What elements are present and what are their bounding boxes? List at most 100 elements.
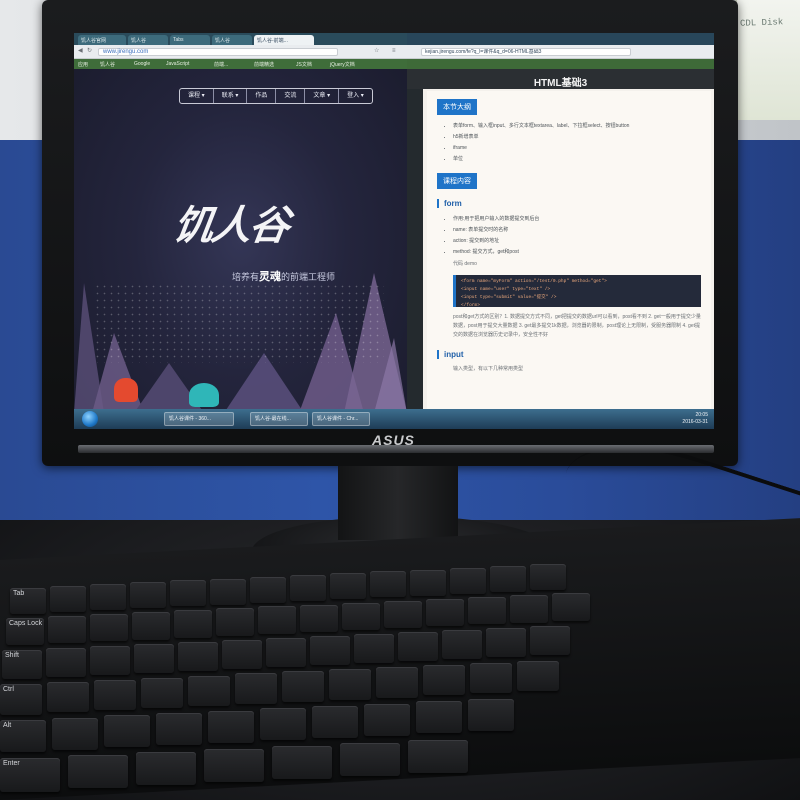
bookmark-item[interactable]: 饥人谷 — [100, 61, 115, 68]
taskbar-item[interactable]: 饥人谷课件 - Chr... — [312, 412, 370, 426]
keyboard-key[interactable] — [340, 742, 400, 777]
keyboard-key[interactable] — [442, 630, 482, 660]
menu-icon[interactable]: ≡ — [392, 48, 398, 54]
keyboard-key[interactable] — [204, 748, 264, 783]
keyboard-key[interactable] — [552, 593, 590, 621]
keyboard-key[interactable] — [450, 567, 486, 594]
bookmark-item[interactable]: 应用 — [78, 61, 88, 68]
keyboard-key[interactable] — [517, 660, 559, 692]
keyboard-key[interactable] — [132, 612, 170, 640]
keyboard-key[interactable] — [250, 576, 286, 603]
nav-works[interactable]: 作品 — [247, 89, 277, 103]
keyboard-key[interactable] — [486, 628, 526, 658]
keyboard-key[interactable] — [300, 604, 338, 632]
keyboard-key[interactable] — [170, 580, 206, 607]
keyboard-key[interactable] — [174, 610, 212, 638]
keyboard-key[interactable] — [423, 664, 465, 696]
keyboard-key[interactable] — [46, 647, 86, 677]
left-tab-1[interactable]: 饥人谷官网 — [78, 35, 126, 45]
keyboard-key[interactable] — [47, 681, 89, 713]
keyboard-key[interactable]: Enter — [0, 758, 60, 792]
left-tab-2[interactable]: 饥人谷 — [128, 35, 168, 45]
keyboard-key[interactable] — [384, 600, 422, 629]
left-tab-3[interactable]: Tabs — [170, 35, 210, 45]
keyboard-key[interactable] — [398, 632, 438, 662]
star-icon[interactable]: ☆ — [374, 48, 380, 54]
nav-courses[interactable]: 课程 ▾ — [180, 89, 214, 103]
bookmark-item[interactable]: Google — [134, 61, 150, 67]
keyboard-key[interactable] — [178, 641, 218, 671]
keyboard-key[interactable] — [470, 662, 512, 694]
keyboard-key[interactable] — [90, 583, 126, 610]
left-tab-active[interactable]: 饥人谷-前端... — [254, 35, 314, 45]
left-address-bar[interactable]: www.jirengu.com — [98, 48, 338, 56]
bookmark-item[interactable]: jQuery文档 — [330, 61, 355, 68]
nav-community[interactable]: 交流 — [276, 89, 306, 103]
bookmark-item[interactable]: 前端... — [214, 61, 228, 68]
keyboard-key[interactable] — [258, 606, 296, 634]
keyboard-key[interactable] — [130, 582, 166, 609]
left-tab-4[interactable]: 饥人谷 — [212, 35, 252, 45]
bookmark-item[interactable]: JS文档 — [296, 61, 312, 68]
keyboard-key[interactable] — [530, 564, 566, 591]
keyboard-key[interactable] — [282, 671, 324, 702]
right-address-bar[interactable]: kejian.jirengu.com/fe?q_l=课件&q_d=06-HTML… — [421, 48, 631, 56]
keyboard-key[interactable]: Caps Lock — [6, 617, 44, 646]
keyboard-key[interactable]: Ctrl — [0, 684, 42, 715]
keyboard-key[interactable]: Alt — [0, 720, 46, 752]
doc-sidebar[interactable] — [407, 89, 423, 409]
reload-icon[interactable]: ↻ — [87, 48, 93, 54]
keyboard-key[interactable] — [134, 643, 174, 673]
keyboard-key[interactable] — [364, 703, 410, 736]
keyboard-key[interactable] — [48, 615, 86, 644]
keyboard-key[interactable] — [266, 638, 306, 668]
keyboard-key[interactable] — [156, 712, 202, 745]
keyboard-key[interactable] — [410, 569, 446, 596]
keyboard-key[interactable] — [376, 667, 418, 698]
keyboard-key[interactable] — [468, 698, 514, 731]
bookmark-item[interactable]: JavaScript — [166, 61, 189, 67]
nav-articles[interactable]: 文章 ▾ — [305, 89, 340, 103]
keyboard-key[interactable] — [210, 578, 246, 605]
keyboard-key[interactable] — [468, 596, 506, 625]
keyboard-key[interactable] — [68, 754, 128, 789]
keyboard-key[interactable]: Shift — [2, 649, 42, 679]
keyboard-key[interactable] — [510, 595, 548, 623]
keyboard-key[interactable] — [354, 634, 394, 664]
keyboard-key[interactable] — [329, 669, 371, 700]
keyboard-key[interactable] — [216, 608, 254, 636]
nav-contact[interactable]: 联系 ▾ — [214, 89, 248, 103]
keyboard-key[interactable] — [290, 574, 326, 601]
keyboard-key[interactable] — [408, 739, 468, 774]
keyboard-key[interactable] — [90, 645, 130, 675]
keyboard-key[interactable] — [188, 675, 230, 707]
keyboard-key[interactable] — [208, 710, 254, 743]
keyboard-key[interactable] — [490, 565, 526, 592]
keyboard-key[interactable] — [141, 677, 183, 709]
keyboard-key[interactable] — [222, 640, 262, 669]
taskbar-item[interactable]: 饥人谷课件 - 360... — [164, 412, 234, 426]
keyboard-key[interactable] — [50, 585, 86, 612]
keyboard-key[interactable] — [370, 571, 406, 598]
keyboard-key[interactable] — [312, 705, 358, 738]
keyboard-key[interactable] — [136, 751, 196, 786]
keyboard-key[interactable] — [330, 573, 366, 600]
taskbar-item[interactable]: 饥人谷-最在线... — [250, 412, 308, 426]
keyboard-key[interactable] — [416, 701, 462, 734]
keyboard-key[interactable] — [342, 602, 380, 631]
keyboard-key[interactable] — [530, 626, 570, 656]
keyboard-key[interactable] — [272, 745, 332, 780]
keyboard-key[interactable] — [104, 715, 150, 748]
bookmark-item[interactable]: 前端精选 — [254, 61, 274, 68]
keyboard-key[interactable] — [260, 708, 306, 741]
nav-login[interactable]: 登入 ▾ — [339, 89, 372, 103]
start-button[interactable] — [82, 411, 98, 427]
back-icon[interactable]: ◀ — [78, 48, 84, 54]
keyboard-key[interactable] — [94, 679, 136, 711]
keyboard-key[interactable] — [52, 717, 98, 750]
keyboard-key[interactable] — [90, 613, 128, 642]
keyboard-key[interactable] — [426, 598, 464, 627]
keyboard-key[interactable] — [310, 636, 350, 666]
keyboard-key[interactable] — [235, 673, 277, 704]
keyboard-key[interactable]: Tab — [10, 587, 46, 614]
